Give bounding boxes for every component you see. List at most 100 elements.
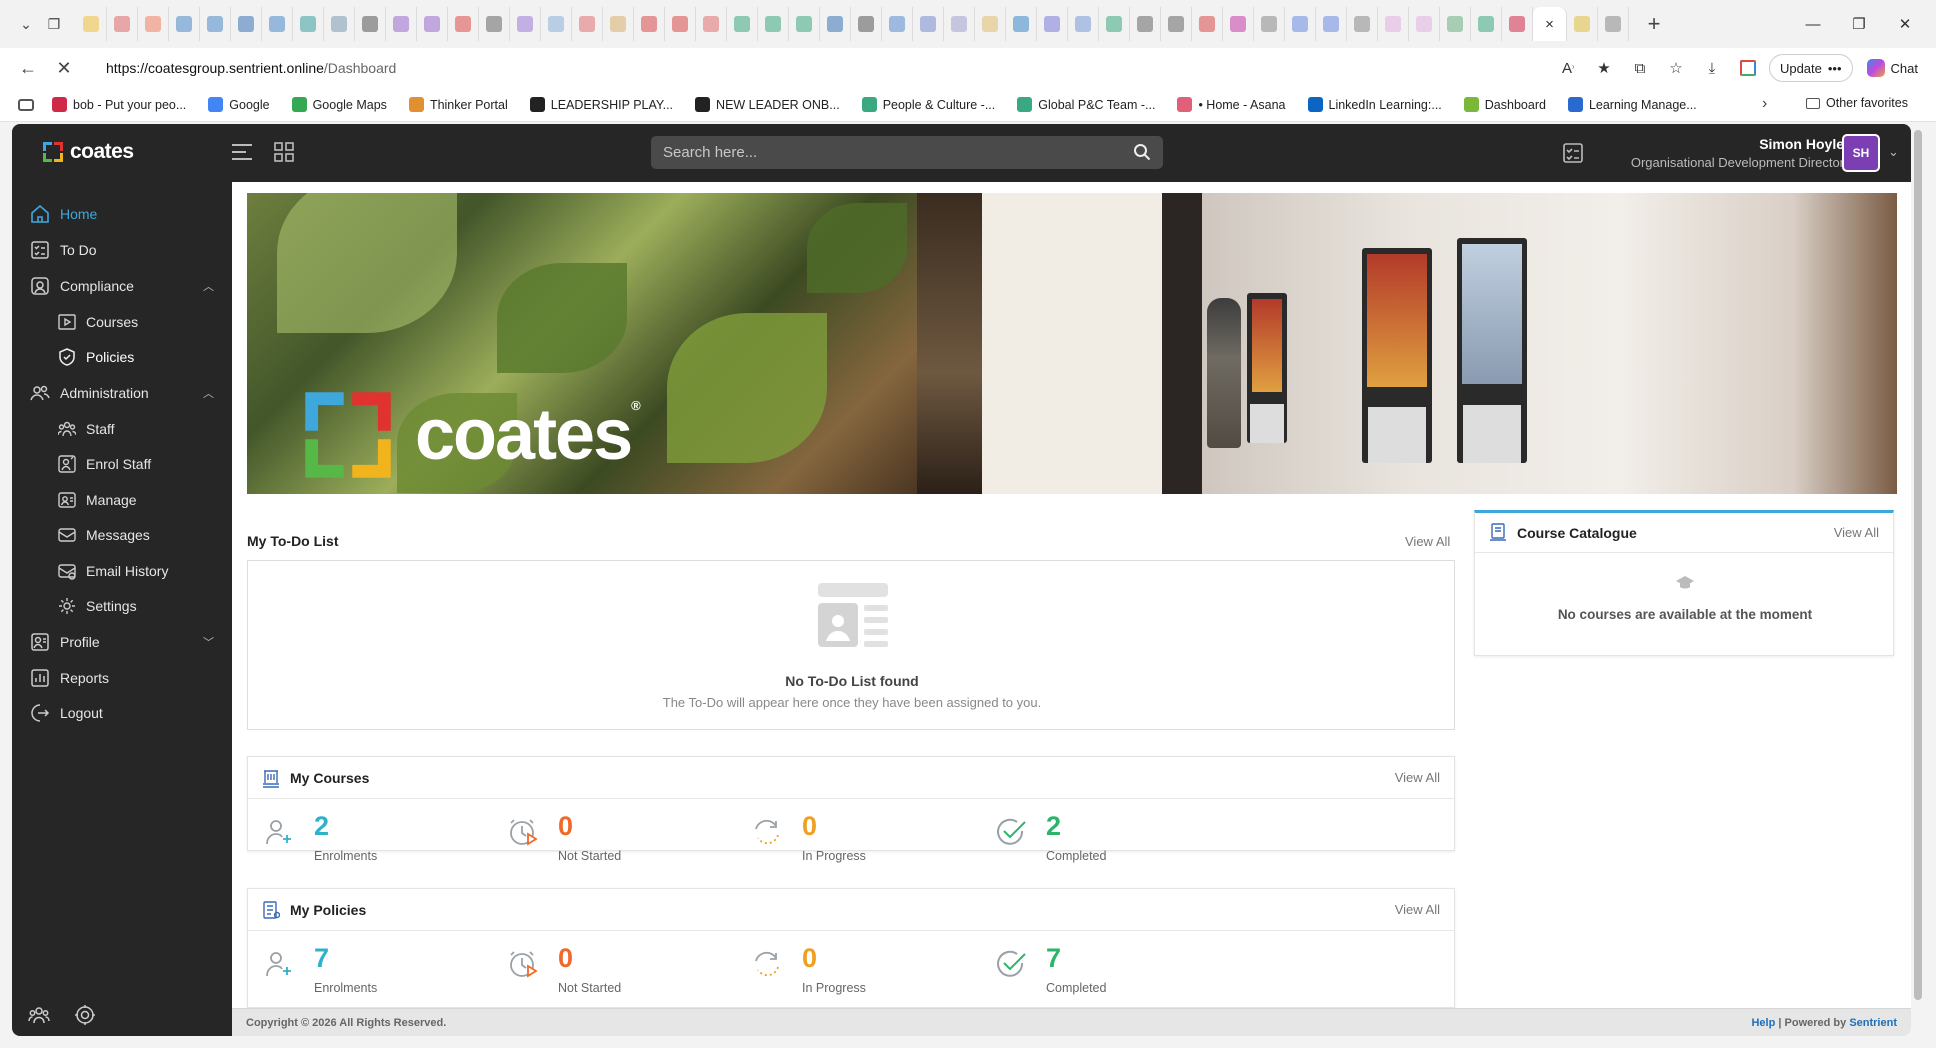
collections-icon[interactable] [1733,53,1763,83]
browser-tab[interactable] [789,7,820,41]
browser-tab[interactable] [1099,7,1130,41]
url-field[interactable]: https://coatesgroup.sentrient.online/Das… [106,56,1566,80]
favorite-star-icon[interactable]: ★ [1589,53,1619,83]
browser-tab[interactable] [200,7,231,41]
browser-tab[interactable] [262,7,293,41]
scrollbar-thumb[interactable] [1914,130,1922,1000]
browser-tab[interactable] [510,7,541,41]
browser-tab[interactable] [603,7,634,41]
browser-tab[interactable] [1440,7,1471,41]
update-button[interactable]: Update ••• [1768,54,1853,82]
favorite-link[interactable]: • Home - Asana [1177,97,1286,112]
new-tab-button[interactable]: + [1639,9,1669,39]
browser-tab[interactable] [1567,7,1598,41]
browser-tab[interactable] [169,7,200,41]
sidebar-item-enrol-staff[interactable]: Enrol Staff [58,452,254,476]
browser-tab[interactable] [107,7,138,41]
browser-tab[interactable] [1068,7,1099,41]
coates-logo[interactable]: coates [42,140,134,164]
sidebar-item-compliance[interactable]: Compliance ︿ [30,274,226,298]
sidebar-item-settings[interactable]: Settings [58,594,254,618]
tab-actions-chevron-icon[interactable]: ⌄ [12,10,40,38]
favorites-toggle-icon[interactable] [18,98,34,111]
browser-tab[interactable] [1192,7,1223,41]
browser-tab[interactable] [1378,7,1409,41]
favorite-link[interactable]: NEW LEADER ONB... [695,97,840,112]
favorite-link[interactable]: People & Culture -... [861,97,995,112]
minimize-icon[interactable]: — [1790,0,1836,48]
user-info[interactable]: Simon Hoyle Organisational Development D… [1592,136,1844,170]
browser-tab[interactable] [417,7,448,41]
browser-tab[interactable] [1130,7,1161,41]
browser-tab[interactable] [975,7,1006,41]
browser-tab[interactable] [1471,7,1502,41]
search-input[interactable] [663,144,1103,161]
catalogue-view-all-link[interactable]: View All [1834,525,1879,540]
sidebar-item-to-do[interactable]: To Do [30,238,226,262]
page-scrollbar[interactable] [1911,124,1925,1036]
sidebar-item-manage[interactable]: Manage [58,488,254,512]
browser-tab[interactable] [727,7,758,41]
browser-tab[interactable] [1006,7,1037,41]
workspaces-icon[interactable]: ❐ [40,10,68,38]
back-arrow-icon[interactable]: ← [12,52,44,84]
favorite-link[interactable]: LinkedIn Learning:... [1307,97,1442,112]
stop-loading-icon[interactable]: ✕ [48,52,80,84]
stat-completed[interactable]: 7 Completed [988,943,1288,995]
browser-tab[interactable] [324,7,355,41]
browser-tab[interactable] [386,7,417,41]
tasks-checklist-icon[interactable] [1562,142,1584,164]
sidebar-item-email-history[interactable]: Email History [58,559,254,583]
browser-tab[interactable] [665,7,696,41]
copilot-chat-button[interactable]: Chat [1859,54,1926,82]
sidebar-item-home[interactable]: Home [30,202,226,226]
read-aloud-icon[interactable]: A ⁾ [1553,53,1583,83]
sidebar-item-logout[interactable]: Logout [30,701,226,725]
browser-tab[interactable] [1285,7,1316,41]
restore-icon[interactable]: ❐ [1836,0,1882,48]
browser-tab[interactable] [479,7,510,41]
stat-completed[interactable]: 2 Completed [988,811,1288,863]
browser-tab[interactable] [448,7,479,41]
favorite-link[interactable]: Global P&C Team -... [1017,97,1155,112]
browser-tab[interactable] [1223,7,1254,41]
hamburger-menu-icon[interactable] [230,142,254,164]
sidebar-item-courses[interactable]: Courses [58,310,254,334]
browser-tab[interactable] [1502,7,1533,41]
favorite-link[interactable]: Learning Manage... [1567,97,1697,112]
favorite-link[interactable]: Thinker Portal [408,97,508,112]
browser-tab[interactable] [138,7,169,41]
browser-tab[interactable] [1161,7,1192,41]
browser-tab[interactable] [541,7,572,41]
favorite-link[interactable]: bob - Put your peo... [52,97,186,112]
my-courses-view-all-link[interactable]: View All [1395,770,1440,785]
close-window-icon[interactable]: ✕ [1882,0,1928,48]
sidebar-item-staff[interactable]: Staff [58,417,254,441]
browser-tab[interactable] [944,7,975,41]
browser-tab[interactable] [76,7,107,41]
browser-tab[interactable] [634,7,665,41]
sidebar-item-administration[interactable]: Administration ︿ [30,381,226,405]
sidebar-item-profile[interactable]: Profile ﹀ [30,630,226,654]
downloads-icon[interactable]: ⤓ [1697,53,1727,83]
browser-tab[interactable] [293,7,324,41]
browser-tab[interactable] [882,7,913,41]
sidebar-item-messages[interactable]: Messages [58,523,254,547]
my-policies-view-all-link[interactable]: View All [1395,902,1440,917]
browser-tab[interactable] [1598,7,1629,41]
more-favorites-chevron-icon[interactable]: › [1762,95,1767,113]
browser-tab[interactable] [355,7,386,41]
browser-tab[interactable] [851,7,882,41]
help-link[interactable]: Help [1751,1017,1775,1029]
user-menu-chevron-down-icon[interactable]: ⌄ [1888,144,1899,160]
browser-tab[interactable] [820,7,851,41]
settings-gear-icon[interactable] [74,1004,96,1026]
sidebar-item-reports[interactable]: Reports [30,666,226,690]
browser-tab[interactable] [696,7,727,41]
sidebar-item-policies[interactable]: Policies [58,345,254,369]
browser-tab[interactable] [913,7,944,41]
todo-view-all-link[interactable]: View All [1405,534,1450,549]
sentrient-link[interactable]: Sentrient [1849,1017,1897,1029]
browser-tab[interactable] [1316,7,1347,41]
favorite-link[interactable]: Google [208,97,270,112]
